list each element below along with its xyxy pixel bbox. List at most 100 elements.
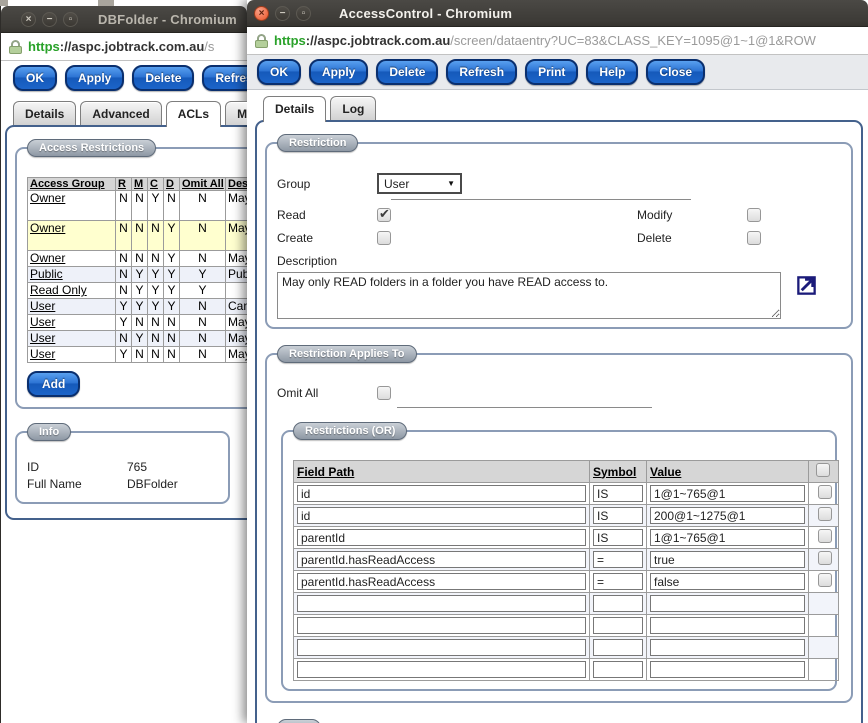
toolbar-button[interactable]: Close — [646, 59, 705, 85]
read-flag: N — [116, 331, 132, 347]
omit-all-flag: N — [180, 347, 226, 363]
delete-flag: Y — [164, 283, 180, 299]
row-checkbox[interactable] — [818, 507, 832, 521]
col-value[interactable]: Value — [647, 461, 809, 483]
symbol-input[interactable] — [593, 639, 643, 656]
toolbar-button[interactable]: Apply — [309, 59, 368, 85]
row-checkbox[interactable] — [818, 529, 832, 543]
field-path-input[interactable] — [297, 661, 586, 678]
col-symbol[interactable]: Symbol — [590, 461, 647, 483]
value-input[interactable] — [650, 617, 805, 634]
value-input[interactable] — [650, 551, 805, 568]
field-path-input[interactable] — [297, 485, 586, 502]
minimize-icon[interactable]: − — [42, 12, 57, 27]
row-checkbox[interactable] — [818, 551, 832, 565]
url-bar[interactable]: https://aspc.jobtrack.com.au/s — [1, 33, 247, 61]
value-input[interactable] — [650, 507, 805, 524]
table-row: User Y Y Y Y N Cann — [28, 299, 248, 315]
field-path-input[interactable] — [297, 573, 586, 590]
read-checkbox[interactable] — [377, 208, 391, 222]
value-input[interactable] — [650, 485, 805, 502]
group-select[interactable]: User ▼ — [377, 173, 462, 194]
row-checkbox[interactable] — [818, 485, 832, 499]
read-flag: N — [116, 267, 132, 283]
value-input[interactable] — [650, 595, 805, 612]
tab[interactable]: Log — [330, 96, 376, 120]
value-input[interactable] — [650, 639, 805, 656]
symbol-input[interactable] — [593, 507, 643, 524]
access-group-link[interactable]: Owner — [30, 191, 65, 205]
create-flag: N — [148, 315, 164, 331]
tab[interactable]: Details — [263, 96, 326, 122]
field-path-input[interactable] — [297, 639, 586, 656]
modify-flag: Y — [132, 283, 148, 299]
access-group-link[interactable]: Read Only — [30, 283, 87, 297]
access-group-link[interactable]: Public — [30, 267, 63, 281]
symbol-input[interactable] — [593, 617, 643, 634]
symbol-input[interactable] — [593, 661, 643, 678]
access-group-link[interactable]: Owner — [30, 251, 65, 265]
access-group-link[interactable]: User — [30, 299, 55, 313]
symbol-input[interactable] — [593, 573, 643, 590]
toolbar-button[interactable]: Delete — [376, 59, 438, 85]
col-delete[interactable]: D — [164, 178, 180, 191]
omit-all-flag: N — [180, 331, 226, 347]
window-accesscontrol: × − ▫ AccessControl - Chromium https://a… — [247, 0, 868, 723]
select-all-checkbox[interactable] — [816, 463, 830, 477]
row-checkbox[interactable] — [818, 573, 832, 587]
description-textarea[interactable]: May only READ folders in a folder you ha… — [277, 272, 781, 319]
access-group-link[interactable]: User — [30, 315, 55, 329]
toolbar-button[interactable]: OK — [257, 59, 301, 85]
col-field-path[interactable]: Field Path — [294, 461, 590, 483]
value-input[interactable] — [650, 573, 805, 590]
access-group-link[interactable]: User — [30, 331, 55, 345]
value-input[interactable] — [650, 661, 805, 678]
symbol-input[interactable] — [593, 485, 643, 502]
titlebar-dbfolder[interactable]: × − ▫ DBFolder - Chromium — [1, 6, 247, 33]
symbol-input[interactable] — [593, 551, 643, 568]
toolbar-button[interactable]: OK — [13, 65, 57, 91]
tab[interactable]: Details — [13, 101, 76, 125]
url-bar[interactable]: https://aspc.jobtrack.com.au/screen/data… — [247, 27, 868, 55]
col-description[interactable]: Description — [226, 178, 248, 191]
tab[interactable]: Advanced — [80, 101, 161, 125]
restrictions-or-fieldset: Restrictions (OR) Field Path Symbol Valu… — [281, 430, 837, 691]
symbol-input[interactable] — [593, 595, 643, 612]
field-path-input[interactable] — [297, 595, 586, 612]
field-path-input[interactable] — [297, 617, 586, 634]
description-cell: May to. — [226, 221, 248, 251]
minimize-icon[interactable]: − — [275, 6, 290, 21]
toolbar-button[interactable]: Apply — [65, 65, 124, 91]
close-icon[interactable]: × — [254, 6, 269, 21]
col-create[interactable]: C — [148, 178, 164, 191]
tab[interactable]: Model — [225, 101, 247, 125]
toolbar-button[interactable]: Refresh — [446, 59, 517, 85]
col-access-group[interactable]: Access Group — [28, 178, 116, 191]
access-group-link[interactable]: Owner — [30, 221, 65, 235]
tab[interactable]: ACLs — [166, 101, 221, 127]
toolbar-button[interactable]: Delete — [132, 65, 194, 91]
field-path-input[interactable] — [297, 551, 586, 568]
value-input[interactable] — [650, 529, 805, 546]
col-modify[interactable]: M — [132, 178, 148, 191]
access-group-link[interactable]: User — [30, 347, 55, 361]
delete-flag: Y — [164, 299, 180, 315]
expand-field-icon[interactable] — [795, 274, 818, 302]
maximize-icon[interactable]: ▫ — [63, 12, 78, 27]
col-omit-all[interactable]: Omit All — [180, 178, 226, 191]
field-path-input[interactable] — [297, 529, 586, 546]
titlebar-accesscontrol[interactable]: × − ▫ AccessControl - Chromium — [247, 0, 868, 27]
close-icon[interactable]: × — [21, 12, 36, 27]
modify-checkbox[interactable] — [747, 208, 761, 222]
omit-all-checkbox[interactable] — [377, 386, 391, 400]
toolbar-button[interactable]: Refresh — [202, 65, 247, 91]
delete-checkbox[interactable] — [747, 231, 761, 245]
symbol-input[interactable] — [593, 529, 643, 546]
create-checkbox[interactable] — [377, 231, 391, 245]
col-read[interactable]: R — [116, 178, 132, 191]
toolbar-button[interactable]: Help — [586, 59, 638, 85]
field-path-input[interactable] — [297, 507, 586, 524]
toolbar-button[interactable]: Print — [525, 59, 578, 85]
add-button[interactable]: Add — [27, 371, 80, 397]
maximize-icon[interactable]: ▫ — [296, 6, 311, 21]
